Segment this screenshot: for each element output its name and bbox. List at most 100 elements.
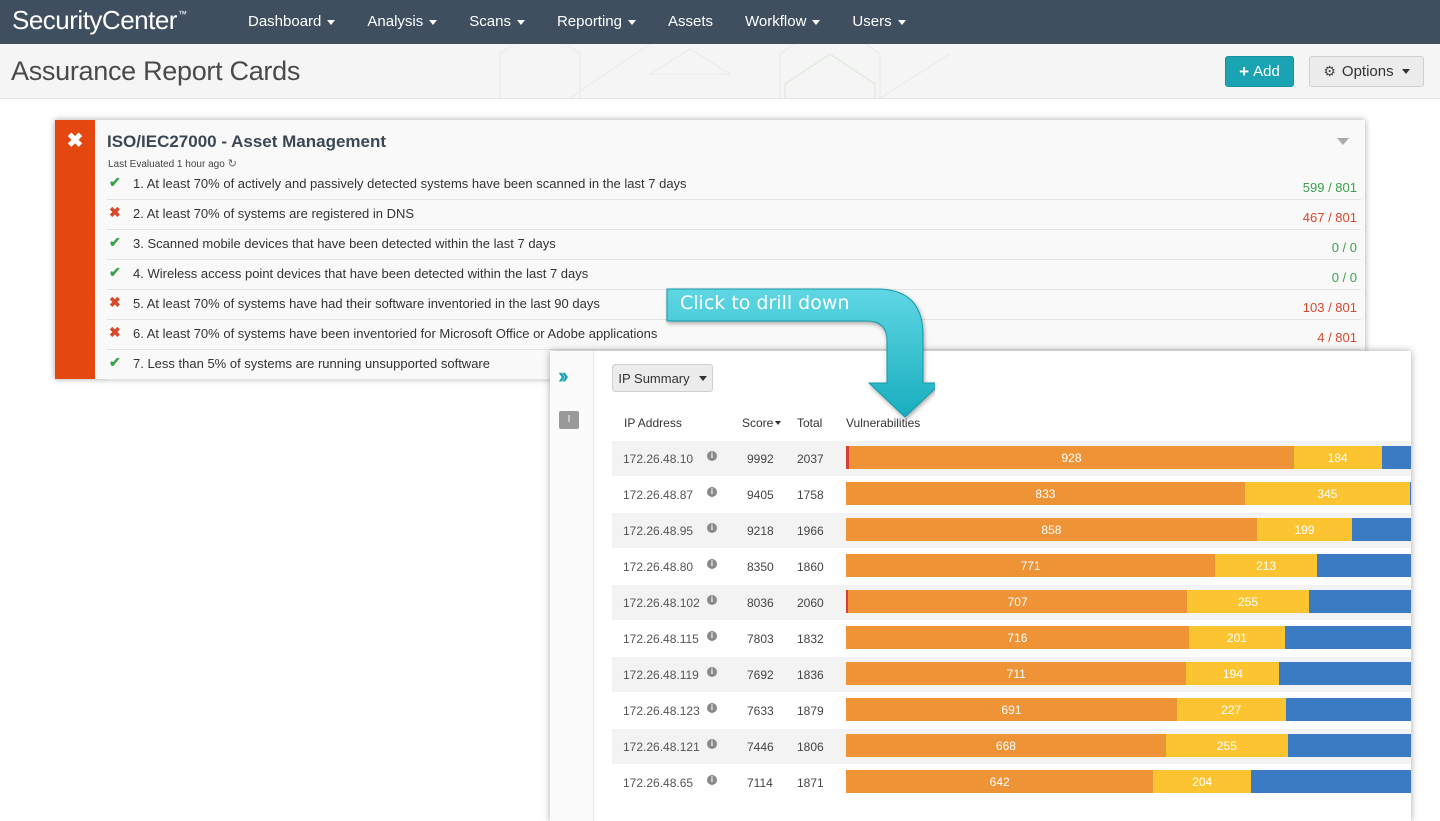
ip-table-body: 172.26.48.10 i 9992 2037 928 184 172.26.48.87 i… — [612, 440, 1411, 800]
nav-item-assets[interactable]: Assets — [652, 0, 729, 44]
vulnerability-bar[interactable]: 711 194 — [846, 662, 1411, 685]
bar-segment-low[interactable] — [1352, 518, 1411, 541]
bar-segment-medium[interactable]: 255 — [1165, 734, 1288, 757]
ip-address[interactable]: 172.26.48.123 — [623, 704, 700, 718]
collapse-card-icon[interactable] — [1337, 138, 1349, 145]
nav-item-scans[interactable]: Scans — [453, 0, 541, 44]
rule-text: 5. At least 70% of systems have had thei… — [133, 296, 600, 311]
nav-item-users[interactable]: Users — [836, 0, 921, 44]
rule-score[interactable]: 4 / 801 — [1317, 330, 1357, 345]
expand-double-chevron-icon[interactable]: ›› — [558, 363, 568, 389]
rule-row[interactable]: ✖ 2. At least 70% of systems are register… — [107, 200, 1361, 230]
refresh-icon[interactable]: ↻ — [228, 158, 237, 170]
vulnerability-bar[interactable]: 691 227 — [846, 698, 1411, 721]
bar-segment-low[interactable] — [1317, 554, 1411, 577]
bar-segment-high[interactable]: 711 — [846, 662, 1187, 685]
vulnerability-bar[interactable]: 833 345 — [846, 482, 1411, 505]
nav-item-analysis[interactable]: Analysis — [351, 0, 453, 44]
table-row[interactable]: 172.26.48.102 i 8036 2060 707 255 — [612, 584, 1411, 620]
info-icon[interactable]: i — [707, 631, 717, 641]
vulnerability-bar[interactable]: 928 184 — [846, 446, 1411, 469]
nav-item-reporting[interactable]: Reporting — [541, 0, 652, 44]
ip-address[interactable]: 172.26.48.115 — [623, 632, 699, 646]
rule-row[interactable]: ✔ 1. At least 70% of actively and passive… — [107, 170, 1361, 200]
bar-segment-medium[interactable]: 194 — [1186, 662, 1280, 685]
app-logo[interactable]: SecurityCenter™ — [12, 5, 187, 36]
bar-segment-medium[interactable]: 255 — [1186, 590, 1309, 613]
table-row[interactable]: 172.26.48.115 i 7803 1832 716 201 — [612, 620, 1411, 656]
bar-segment-high[interactable]: 928 — [849, 446, 1294, 469]
rule-score[interactable]: 0 / 0 — [1332, 240, 1357, 255]
info-icon[interactable]: i — [707, 487, 717, 497]
table-row[interactable]: 172.26.48.123 i 7633 1879 691 227 — [612, 692, 1411, 728]
card-title[interactable]: ISO/IEC27000 - Asset Management — [107, 132, 386, 152]
nav-item-dashboard[interactable]: Dashboard — [232, 0, 351, 44]
bar-segment-low[interactable] — [1285, 698, 1411, 721]
bar-segment-high[interactable]: 668 — [846, 734, 1166, 757]
table-row[interactable]: 172.26.48.80 i 8350 1860 771 213 — [612, 548, 1411, 584]
vulnerability-bar[interactable]: 771 213 — [846, 554, 1411, 577]
ip-address[interactable]: 172.26.48.80 — [623, 560, 693, 574]
info-icon[interactable]: i — [707, 739, 717, 749]
rule-row[interactable]: ✔ 3. Scanned mobile devices that have bee… — [107, 230, 1361, 260]
rule-score[interactable]: 0 / 0 — [1332, 270, 1357, 285]
options-button[interactable]: ⚙ Options — [1309, 56, 1424, 87]
bar-segment-medium[interactable]: 184 — [1293, 446, 1382, 469]
bar-segment-high[interactable]: 858 — [846, 518, 1257, 541]
ip-address[interactable]: 172.26.48.119 — [623, 668, 699, 682]
bar-segment-high[interactable]: 642 — [846, 770, 1154, 793]
rule-score[interactable]: 467 / 801 — [1303, 210, 1357, 225]
bar-segment-high[interactable]: 771 — [846, 554, 1216, 577]
table-row[interactable]: 172.26.48.10 i 9992 2037 928 184 — [612, 440, 1411, 476]
rule-score[interactable]: 103 / 801 — [1303, 300, 1357, 315]
vulnerability-bar[interactable]: 668 255 — [846, 734, 1411, 757]
ip-address[interactable]: 172.26.48.102 — [623, 596, 700, 610]
bar-segment-low[interactable] — [1410, 482, 1411, 505]
bar-segment-medium[interactable]: 204 — [1153, 770, 1252, 793]
vulnerability-bar[interactable]: 716 201 — [846, 626, 1411, 649]
table-row[interactable]: 172.26.48.65 i 7114 1871 642 204 — [612, 764, 1411, 800]
table-row[interactable]: 172.26.48.95 i 9218 1966 858 199 — [612, 512, 1411, 548]
bar-segment-medium[interactable]: 227 — [1176, 698, 1286, 721]
ip-address[interactable]: 172.26.48.87 — [623, 488, 693, 502]
bar-segment-medium[interactable]: 199 — [1256, 518, 1353, 541]
ip-score: 9405 — [747, 488, 774, 502]
rule-row[interactable]: ✔ 4. Wireless access point devices that h… — [107, 260, 1361, 290]
bar-segment-high[interactable]: 716 — [846, 626, 1189, 649]
info-icon[interactable]: i — [707, 703, 717, 713]
info-icon[interactable]: i — [707, 775, 717, 785]
ip-address[interactable]: 172.26.48.10 — [623, 452, 693, 466]
chevron-down-icon — [1401, 69, 1410, 74]
nav-item-workflow[interactable]: Workflow — [729, 0, 836, 44]
bar-segment-low[interactable] — [1279, 662, 1411, 685]
bar-segment-low[interactable] — [1381, 446, 1411, 469]
bar-segment-high[interactable]: 691 — [846, 698, 1177, 721]
sidebar-mini-button[interactable]: I — [559, 411, 579, 429]
bar-segment-medium[interactable]: 213 — [1215, 554, 1318, 577]
bar-segment-low[interactable] — [1287, 734, 1411, 757]
bar-segment-high[interactable]: 707 — [848, 590, 1187, 613]
ip-address[interactable]: 172.26.48.65 — [623, 776, 693, 790]
rule-score[interactable]: 599 / 801 — [1303, 180, 1357, 195]
table-row[interactable]: 172.26.48.87 i 9405 1758 833 345 — [612, 476, 1411, 512]
vulnerability-bar[interactable]: 858 199 — [846, 518, 1411, 541]
vulnerability-bar[interactable]: 642 204 — [846, 770, 1411, 793]
bar-segment-low[interactable] — [1251, 770, 1411, 793]
info-icon[interactable]: i — [707, 523, 717, 533]
table-row[interactable]: 172.26.48.119 i 7692 1836 711 194 — [612, 656, 1411, 692]
fail-x-icon: ✖ — [109, 294, 121, 310]
info-icon[interactable]: i — [707, 559, 717, 569]
bar-segment-medium[interactable]: 345 — [1244, 482, 1411, 505]
bar-segment-low[interactable] — [1309, 590, 1411, 613]
info-icon[interactable]: i — [707, 451, 717, 461]
info-icon[interactable]: i — [707, 595, 717, 605]
bar-segment-medium[interactable]: 201 — [1188, 626, 1286, 649]
bar-segment-low[interactable] — [1285, 626, 1411, 649]
ip-address[interactable]: 172.26.48.121 — [623, 740, 700, 754]
info-icon[interactable]: i — [707, 667, 717, 677]
bar-segment-high[interactable]: 833 — [846, 482, 1245, 505]
table-row[interactable]: 172.26.48.121 i 7446 1806 668 255 — [612, 728, 1411, 764]
ip-address[interactable]: 172.26.48.95 — [623, 524, 693, 538]
add-button[interactable]: + Add — [1225, 56, 1294, 87]
vulnerability-bar[interactable]: 707 255 — [846, 590, 1411, 613]
